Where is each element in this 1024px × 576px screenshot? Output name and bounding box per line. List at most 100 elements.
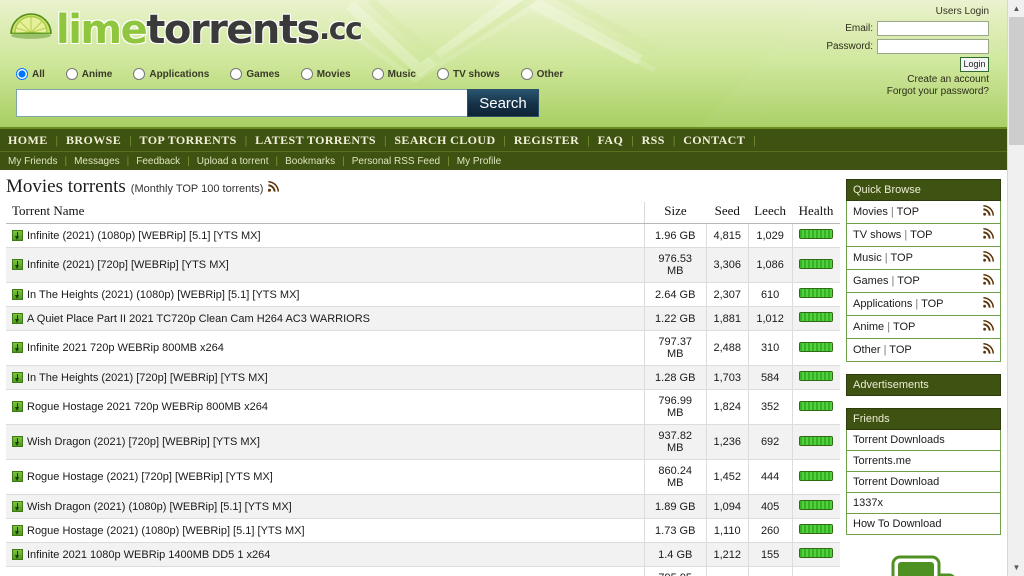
subnav-item-bookmarks[interactable]: Bookmarks (285, 156, 335, 167)
radio-category-applications[interactable]: Applications (133, 68, 209, 80)
radio-input-4[interactable] (300, 68, 313, 80)
rss-icon[interactable] (983, 228, 994, 242)
torrent-name-link[interactable]: A Quiet Place Part II 2021 TC720p Clean … (27, 313, 370, 325)
quick-browse-item-movies[interactable]: Movies | TOP (846, 201, 1001, 224)
rss-icon[interactable] (983, 274, 994, 288)
torrent-name-link[interactable]: Rogue Hostage 2021 720p WEBRip 800MB x26… (27, 401, 268, 413)
radio-category-music[interactable]: Music (371, 68, 416, 80)
radio-input-6[interactable] (436, 68, 449, 80)
friend-link-torrent-download[interactable]: Torrent Download (846, 472, 1001, 493)
nav-item-faq[interactable]: FAQ (598, 133, 624, 148)
col-seed[interactable]: Seed (706, 202, 749, 224)
nav-item-rss[interactable]: RSS (642, 133, 665, 148)
subnav-item-my-profile[interactable]: My Profile (457, 156, 501, 167)
table-row[interactable]: Infinite 2021 720p WEBRip 800MB x264 797.… (6, 330, 840, 366)
login-button[interactable]: Login (960, 57, 989, 72)
nav-item-latest-torrents[interactable]: LATEST TORRENTS (255, 133, 376, 148)
friend-link-1337x[interactable]: 1337x (846, 493, 1001, 514)
torrent-name-link[interactable]: Rogue Hostage (2021) [720p] [WEBRip] [YT… (27, 471, 273, 483)
download-icon[interactable] (12, 229, 23, 241)
col-size[interactable]: Size (644, 202, 707, 224)
table-row[interactable]: In The Heights (2021) [720p] [WEBRip] [Y… (6, 365, 840, 390)
rss-icon[interactable] (983, 251, 994, 265)
radio-category-all[interactable]: All (16, 68, 45, 80)
torrent-name-link[interactable]: In The Heights (2021) [720p] [WEBRip] [Y… (27, 372, 268, 384)
scroll-up-arrow[interactable]: ▲ (1008, 0, 1024, 17)
radio-category-movies[interactable]: Movies (300, 68, 351, 80)
nav-item-search-cloud[interactable]: SEARCH CLOUD (394, 133, 495, 148)
col-health[interactable]: Health (792, 202, 840, 224)
torrent-name-link[interactable]: Infinite 2021 1080p WEBRip 1400MB DD5 1 … (27, 549, 270, 561)
download-icon[interactable] (12, 436, 23, 447)
radio-input-5[interactable] (371, 68, 384, 80)
download-icon[interactable] (12, 524, 23, 536)
quick-browse-item-applications[interactable]: Applications | TOP (846, 293, 1001, 316)
radio-input-0[interactable] (16, 68, 28, 80)
col-torrent-name[interactable]: Torrent Name (6, 202, 645, 224)
torrent-name-link[interactable]: Rogue Hostage (2021) (1080p) [WEBRip] [5… (27, 525, 305, 537)
radio-input-1[interactable] (65, 68, 78, 80)
nav-item-top-torrents[interactable]: TOP TORRENTS (140, 133, 237, 148)
search-input[interactable] (16, 89, 468, 117)
table-row[interactable]: Rogue Hostage 2021 720p WEBRip 800MB x26… (6, 389, 840, 425)
radio-input-3[interactable] (230, 68, 243, 80)
torrent-name-link[interactable]: Infinite 2021 720p WEBRip 800MB x264 (27, 342, 224, 354)
download-icon[interactable] (12, 401, 23, 412)
search-button[interactable]: Search (467, 89, 539, 117)
download-icon[interactable] (12, 288, 23, 300)
table-row[interactable]: Infinite 2021 1080p WEBRip 1400MB DD5 1 … (6, 542, 840, 567)
download-icon[interactable] (12, 548, 23, 560)
torrent-name-link[interactable]: In The Heights (2021) (1080p) [WEBRip] [… (27, 289, 299, 301)
friend-link-how-to-download[interactable]: How To Download (846, 514, 1001, 535)
nav-item-home[interactable]: HOME (8, 133, 48, 148)
radio-input-7[interactable] (520, 68, 533, 80)
radio-input-2[interactable] (133, 68, 146, 80)
torrent-name-link[interactable]: Wish Dragon (2021) [720p] [WEBRip] [YTS … (27, 436, 260, 448)
table-row[interactable]: Infinite (2021) (1080p) [WEBRip] [5.1] [… (6, 223, 840, 248)
site-logo[interactable]: lime torrents .cc (8, 4, 363, 56)
subnav-item-upload-a-torrent[interactable]: Upload a torrent (197, 156, 269, 167)
download-icon[interactable] (12, 471, 23, 482)
quick-browse-item-games[interactable]: Games | TOP (846, 270, 1001, 293)
quick-browse-item-music[interactable]: Music | TOP (846, 247, 1001, 270)
radio-category-games[interactable]: Games (230, 68, 280, 80)
password-field[interactable] (877, 39, 989, 54)
download-icon[interactable] (12, 500, 23, 512)
table-row[interactable]: Wish Dragon 2021 720p WEBRip 800MB x2647… (6, 566, 840, 576)
table-row[interactable]: Rogue Hostage (2021) [720p] [WEBRip] [YT… (6, 459, 840, 495)
subnav-item-feedback[interactable]: Feedback (136, 156, 180, 167)
quick-browse-item-anime[interactable]: Anime | TOP (846, 316, 1001, 339)
rss-icon[interactable] (983, 297, 994, 311)
radio-category-other[interactable]: Other (520, 68, 563, 80)
radio-category-anime[interactable]: Anime (65, 68, 112, 80)
col-leech[interactable]: Leech (748, 202, 792, 224)
torrent-name-link[interactable]: Infinite (2021) [720p] [WEBRip] [YTS MX] (27, 259, 229, 271)
friend-link-torrents-me[interactable]: Torrents.me (846, 451, 1001, 472)
email-field[interactable] (877, 21, 989, 36)
table-row[interactable]: Infinite (2021) [720p] [WEBRip] [YTS MX]… (6, 247, 840, 283)
friend-link-torrent-downloads[interactable]: Torrent Downloads (846, 430, 1001, 451)
nav-item-contact[interactable]: CONTACT (683, 133, 745, 148)
rss-icon[interactable] (983, 343, 994, 357)
scrollbar-thumb[interactable] (1009, 17, 1024, 145)
download-icon[interactable] (12, 259, 23, 270)
rss-icon[interactable] (983, 205, 994, 219)
download-icon[interactable] (12, 312, 23, 324)
scroll-down-arrow[interactable]: ▼ (1008, 559, 1024, 576)
download-icon[interactable] (12, 371, 23, 383)
subnav-item-messages[interactable]: Messages (74, 156, 120, 167)
quick-browse-item-tv-shows[interactable]: TV shows | TOP (846, 224, 1001, 247)
subnav-item-personal-rss-feed[interactable]: Personal RSS Feed (352, 156, 440, 167)
torrent-name-link[interactable]: Infinite (2021) (1080p) [WEBRip] [5.1] [… (27, 230, 261, 242)
forgot-password-link[interactable]: Forgot your password? (763, 86, 989, 98)
table-row[interactable]: Wish Dragon (2021) (1080p) [WEBRip] [5.1… (6, 494, 840, 519)
rss-icon[interactable] (983, 320, 994, 334)
quick-browse-item-other[interactable]: Other | TOP (846, 339, 1001, 362)
radio-category-tv-shows[interactable]: TV shows (436, 68, 500, 80)
download-icon[interactable] (12, 342, 23, 353)
create-account-link[interactable]: Create an account (763, 74, 989, 86)
promo-banner[interactable] (846, 547, 1001, 576)
table-row[interactable]: Rogue Hostage (2021) (1080p) [WEBRip] [5… (6, 518, 840, 543)
torrent-name-link[interactable]: Wish Dragon (2021) (1080p) [WEBRip] [5.1… (27, 501, 292, 513)
rss-icon[interactable] (266, 179, 280, 197)
